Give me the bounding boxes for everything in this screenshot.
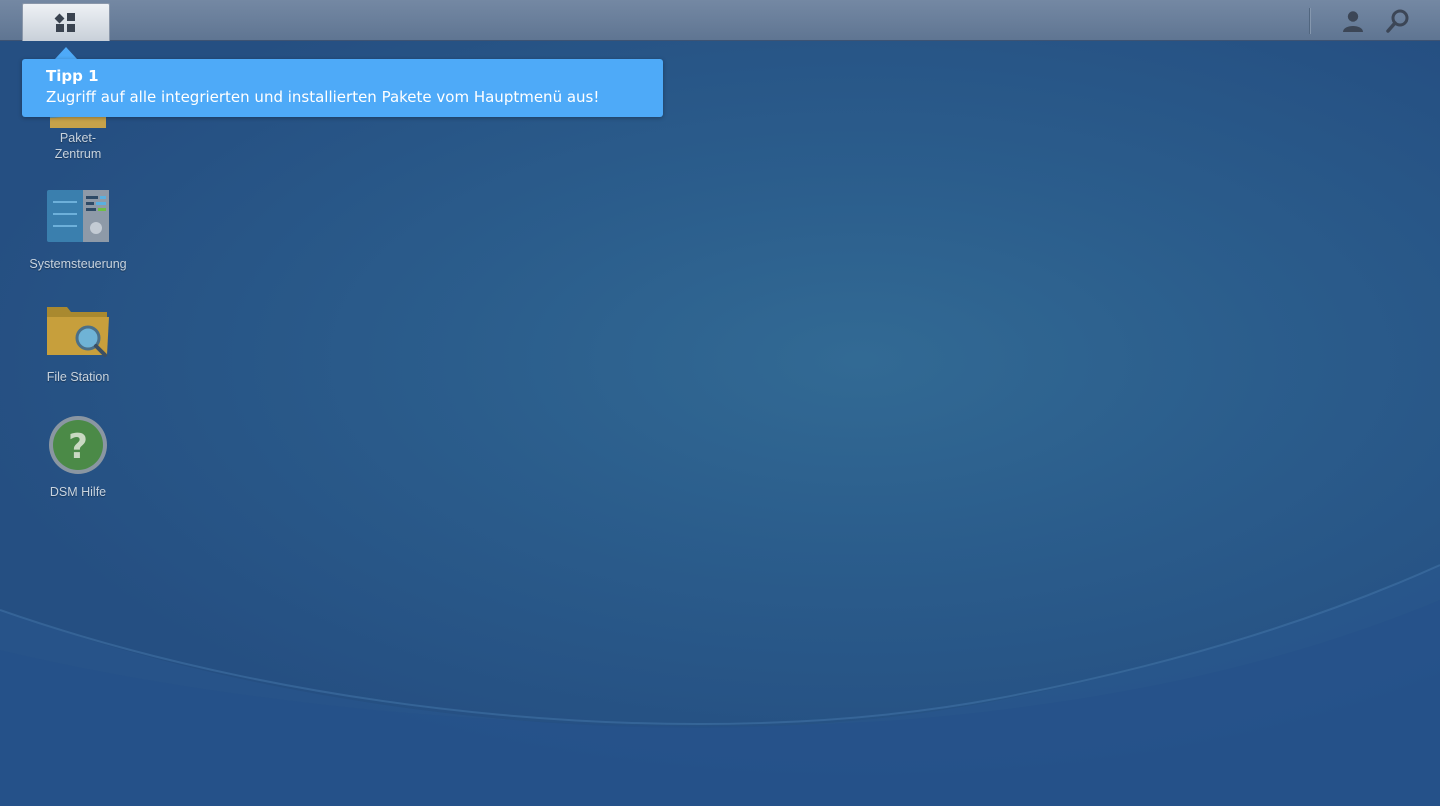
search-button[interactable] [1385, 8, 1411, 34]
taskbar-divider [1309, 8, 1310, 34]
help-question-icon: ? [49, 416, 107, 474]
svg-text:?: ? [68, 427, 88, 467]
tip-popup[interactable]: Tipp 1 Zugriff auf alle integrierten und… [22, 59, 663, 117]
desktop-wave-decoration [0, 564, 1440, 806]
main-menu-grid-icon [54, 12, 75, 32]
desktop-icon-control-panel[interactable]: Systemsteuerung [23, 188, 133, 272]
desktop-icon-label: Systemsteuerung [29, 257, 127, 271]
desktop-icon-label: File Station [46, 370, 110, 384]
main-menu-button[interactable] [22, 3, 110, 41]
desktop-icon-label: DSM Hilfe [49, 485, 107, 499]
taskbar [0, 0, 1440, 41]
desktop-icon-dsm-help[interactable]: ? DSM Hilfe [23, 414, 133, 500]
control-panel-icon [47, 190, 109, 242]
tip-title: Tipp 1 [46, 67, 99, 85]
file-station-folder-icon [47, 307, 109, 357]
desktop: Paket- Zentrum Systemsteuerung File Stat… [0, 0, 1440, 806]
search-icon [1386, 9, 1409, 33]
tip-text: Zugriff auf alle integrierten und instal… [46, 88, 600, 106]
tip-arrow [55, 47, 77, 59]
desktop-icon-file-station[interactable]: File Station [23, 303, 133, 385]
desktop-icon-label: Zentrum [54, 147, 102, 161]
user-icon [1343, 11, 1363, 32]
user-button[interactable] [1340, 8, 1366, 34]
desktop-icon-label: Paket- [59, 131, 97, 145]
